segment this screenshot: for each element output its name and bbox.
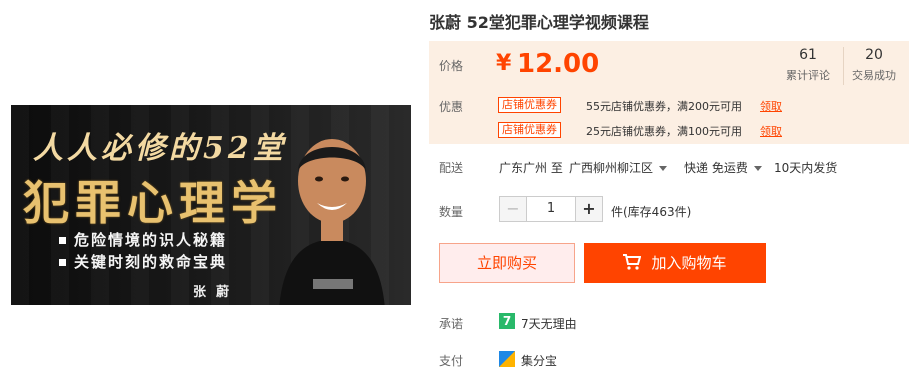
add-to-cart-label: 加入购物车 <box>651 254 727 272</box>
price-value: 12.00 <box>517 49 600 79</box>
promo-panel: 优惠 店铺优惠券 55元店铺优惠券，满200元可用 领取 店铺优惠券 25元店铺… <box>429 90 909 144</box>
quantity-input[interactable]: 1 <box>527 197 575 221</box>
currency-symbol: ¥ <box>496 51 512 76</box>
delivery-origin: 广东广州 至 <box>499 161 563 175</box>
chevron-down-icon <box>659 166 668 171</box>
destination-select[interactable]: 广西柳州柳江区 <box>569 159 668 176</box>
price-panel: 价格 ¥ 12.00 61 累计评论 20 交易成功 <box>429 41 909 90</box>
image-bullet: 关键时刻的救命宝典 <box>59 251 227 272</box>
product-image[interactable]: 人人必修的52堂 犯罪心理学 危险情境的识人秘籍 关键时刻的救命宝典 张蔚 <box>11 105 411 305</box>
increase-button[interactable]: + <box>575 197 602 221</box>
quantity-stepper: − 1 + <box>499 196 603 222</box>
coupon-desc: 25元店铺优惠券，满100元可用 <box>586 125 742 138</box>
reviews-stat[interactable]: 61 累计评论 <box>778 47 838 83</box>
dispatch-time: 10天内发货 <box>774 161 838 175</box>
reviews-count: 61 <box>799 47 817 63</box>
coupon-tag: 店铺优惠券 <box>498 122 561 138</box>
decrease-button[interactable]: − <box>500 197 527 221</box>
deals-count: 20 <box>865 47 883 63</box>
quantity-label: 数量 <box>439 205 464 219</box>
promise-label: 承诺 <box>439 317 464 331</box>
buy-now-button[interactable]: 立即购买 <box>439 243 575 283</box>
chevron-down-icon <box>753 166 762 171</box>
add-to-cart-button[interactable]: 加入购物车 <box>584 243 766 283</box>
cart-icon <box>623 254 642 270</box>
price-label: 价格 <box>439 59 464 73</box>
claim-coupon-link[interactable]: 领取 <box>760 123 782 139</box>
coupon-tag: 店铺优惠券 <box>498 97 561 113</box>
payment-method: 集分宝 <box>521 354 558 368</box>
instructor-portrait <box>279 139 385 305</box>
payment-label: 支付 <box>439 354 464 368</box>
image-headline: 人人必修的52堂 <box>33 131 287 166</box>
image-author: 张蔚 <box>193 285 240 300</box>
product-title: 张蔚 52堂犯罪心理学视频课程 <box>429 13 649 32</box>
coupon-desc: 55元店铺优惠券，满200元可用 <box>586 100 742 113</box>
shipping-select[interactable]: 快递 免运费 <box>684 159 762 176</box>
claim-coupon-link[interactable]: 领取 <box>760 98 782 114</box>
image-bullet: 危险情境的识人秘籍 <box>59 229 227 250</box>
deals-stat[interactable]: 20 交易成功 <box>844 47 904 83</box>
jifenbao-icon <box>499 351 515 367</box>
image-title: 犯罪心理学 <box>23 176 283 230</box>
return-policy-link[interactable]: 7天无理由 <box>521 315 577 332</box>
deals-label: 交易成功 <box>852 69 896 82</box>
delivery-label: 配送 <box>439 161 464 175</box>
promo-label: 优惠 <box>439 100 464 114</box>
stock-info: 件(库存463件) <box>611 205 692 219</box>
reviews-label: 累计评论 <box>786 69 830 82</box>
seven-day-return-icon: 7 <box>499 313 515 329</box>
